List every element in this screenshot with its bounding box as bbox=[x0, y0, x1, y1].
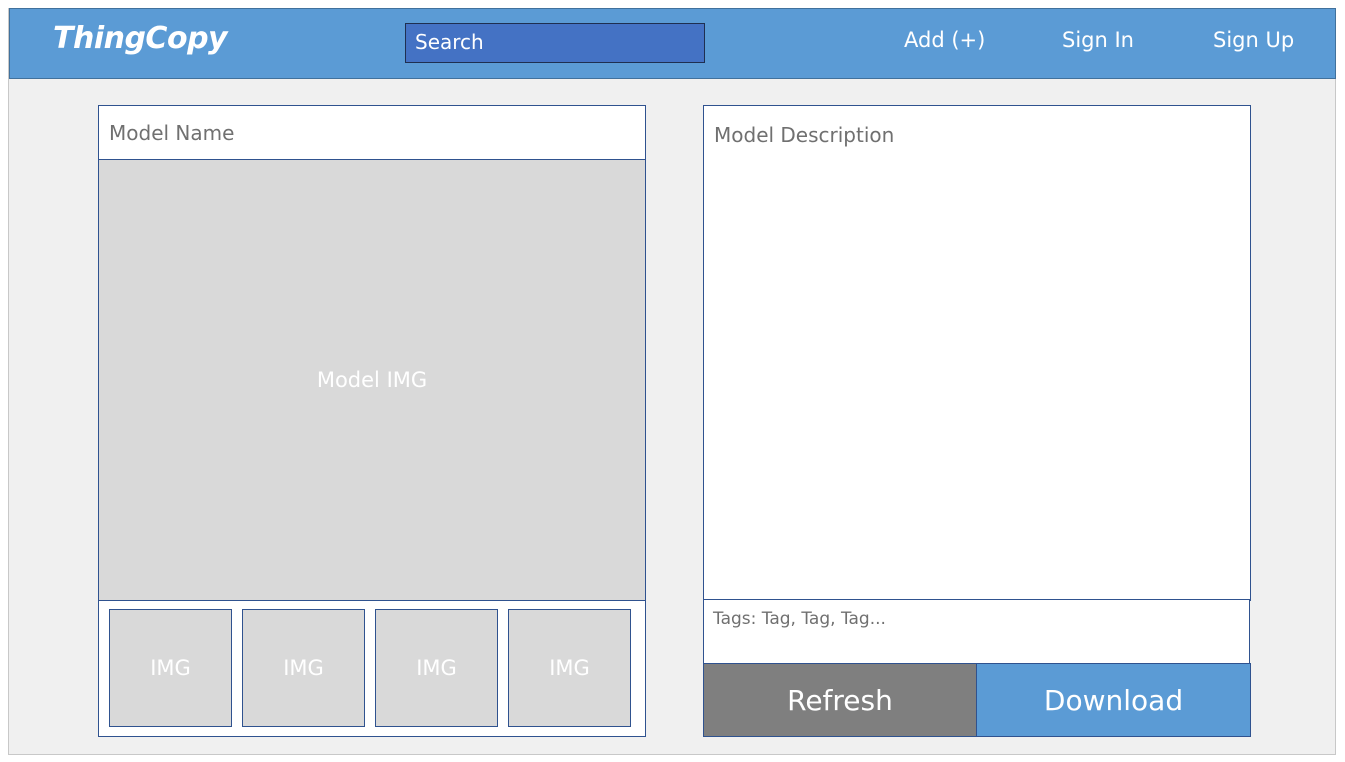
thumbnail-image[interactable]: IMG bbox=[375, 609, 498, 727]
app-logo[interactable]: ThingCopy bbox=[53, 21, 228, 56]
thumbnail-label: IMG bbox=[283, 656, 324, 680]
thumbnail-strip: IMG IMG IMG IMG bbox=[98, 600, 646, 737]
tags-text: Tags: Tag, Tag, Tag... bbox=[713, 609, 886, 629]
thumbnail-image[interactable]: IMG bbox=[242, 609, 365, 727]
thumbnail-label: IMG bbox=[150, 656, 191, 680]
add-button[interactable]: Add (+) bbox=[904, 28, 985, 52]
header-bar: ThingCopy Search Add (+) Sign In Sign Up bbox=[9, 8, 1336, 79]
thumbnail-image[interactable]: IMG bbox=[508, 609, 631, 727]
tags-field[interactable]: Tags: Tag, Tag, Tag... bbox=[703, 599, 1250, 664]
thumbnail-label: IMG bbox=[416, 656, 457, 680]
model-description-placeholder: Model Description bbox=[714, 123, 895, 147]
model-name-field[interactable]: Model Name bbox=[98, 105, 646, 160]
model-main-image: Model IMG bbox=[98, 159, 646, 601]
model-description-field[interactable]: Model Description bbox=[703, 105, 1251, 601]
model-main-image-label: Model IMG bbox=[316, 368, 428, 392]
sign-in-link[interactable]: Sign In bbox=[1062, 28, 1134, 52]
search-input[interactable]: Search bbox=[405, 23, 705, 63]
thumbnail-label: IMG bbox=[549, 656, 590, 680]
refresh-button[interactable]: Refresh bbox=[703, 663, 977, 737]
thumbnail-image[interactable]: IMG bbox=[109, 609, 232, 727]
sign-up-link[interactable]: Sign Up bbox=[1213, 28, 1294, 52]
download-button[interactable]: Download bbox=[976, 663, 1251, 737]
